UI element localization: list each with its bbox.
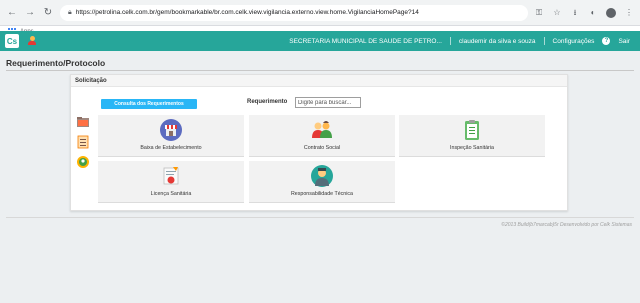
tile-label: Licença Sanitária xyxy=(150,191,192,197)
tile-label: Responsabilidade Técnica xyxy=(290,191,354,197)
org-name: SECRETARIA MUNICIPAL DE SAUDE DE PETRO..… xyxy=(289,37,442,45)
lock-icon: 🔒︎ xyxy=(68,8,72,16)
tile-label: Inspeção Sanitária xyxy=(450,145,494,151)
license-icon xyxy=(163,167,179,185)
tile-responsabilidade-tecnica[interactable]: Responsabilidade Técnica xyxy=(249,161,395,203)
app-logo[interactable]: Cs xyxy=(5,34,19,48)
divider xyxy=(449,37,451,45)
profile-avatar-icon[interactable] xyxy=(606,7,616,18)
forward-icon[interactable]: → xyxy=(24,7,36,19)
footer-text: ©2013 Build(b7marcab)5r Desenvolvido por… xyxy=(501,222,632,228)
extension-icon[interactable]: ◐ xyxy=(588,8,598,18)
footer-divider xyxy=(6,217,634,218)
key-icon[interactable]: ⚿ xyxy=(534,8,544,18)
store-icon xyxy=(160,119,182,141)
tile-label: Baixa de Estabelecimento xyxy=(140,145,202,151)
tile-baixa-estabelecimento[interactable]: Baixa de Estabelecimento xyxy=(98,115,244,157)
title-divider xyxy=(6,70,634,71)
divider xyxy=(543,37,545,45)
technician-icon xyxy=(311,165,333,187)
side-icon-column xyxy=(76,115,90,169)
url-text: https://petrolina.celk.com.br/gem/bookma… xyxy=(75,9,419,16)
page-title: Requerimento/Protocolo xyxy=(6,58,106,68)
app-header: Cs SECRETARIA MUNICIPAL DE SAUDE DE PETR… xyxy=(0,31,640,51)
tile-licenca-sanitaria[interactable]: Licença Sanitária xyxy=(98,161,244,203)
user-name-link[interactable]: claudemir da silva e souza xyxy=(459,38,536,45)
back-icon[interactable]: ← xyxy=(6,7,18,19)
help-icon[interactable]: ? xyxy=(602,37,611,45)
solicitacao-panel: Solicitação Consulta dos Requerimentos R… xyxy=(70,74,568,211)
browser-toolbar: ← → ↻ 🔒︎ https://petrolina.celk.com.br/g… xyxy=(0,0,640,26)
badge-icon[interactable] xyxy=(76,155,90,169)
tile-label: Contrato Social xyxy=(303,145,341,151)
clipboard-icon xyxy=(465,120,479,140)
tile-inspecao-sanitaria[interactable]: Inspeção Sanitária xyxy=(399,115,545,157)
reload-icon[interactable]: ↻ xyxy=(42,7,54,19)
menu-icon[interactable]: ⋮ xyxy=(624,8,634,18)
exit-link[interactable]: Sair xyxy=(618,38,630,45)
settings-link[interactable]: Configurações xyxy=(553,38,595,45)
list-icon[interactable] xyxy=(76,135,90,149)
requerimento-label: Requerimento xyxy=(247,99,288,105)
tile-contrato-social[interactable]: Contrato Social xyxy=(249,115,395,157)
people-icon xyxy=(312,121,332,138)
panel-header: Solicitação xyxy=(71,75,567,87)
folder-icon[interactable] xyxy=(76,115,90,129)
star-icon[interactable]: ☆ xyxy=(552,8,562,18)
address-bar[interactable]: 🔒︎ https://petrolina.celk.com.br/gem/boo… xyxy=(60,4,528,21)
download-icon[interactable]: ⭳ xyxy=(570,8,580,18)
requerimento-search-input[interactable] xyxy=(295,97,361,108)
consulta-requerimentos-button[interactable]: Consulta dos Requerimentos xyxy=(101,99,197,109)
user-icon[interactable] xyxy=(28,36,36,46)
